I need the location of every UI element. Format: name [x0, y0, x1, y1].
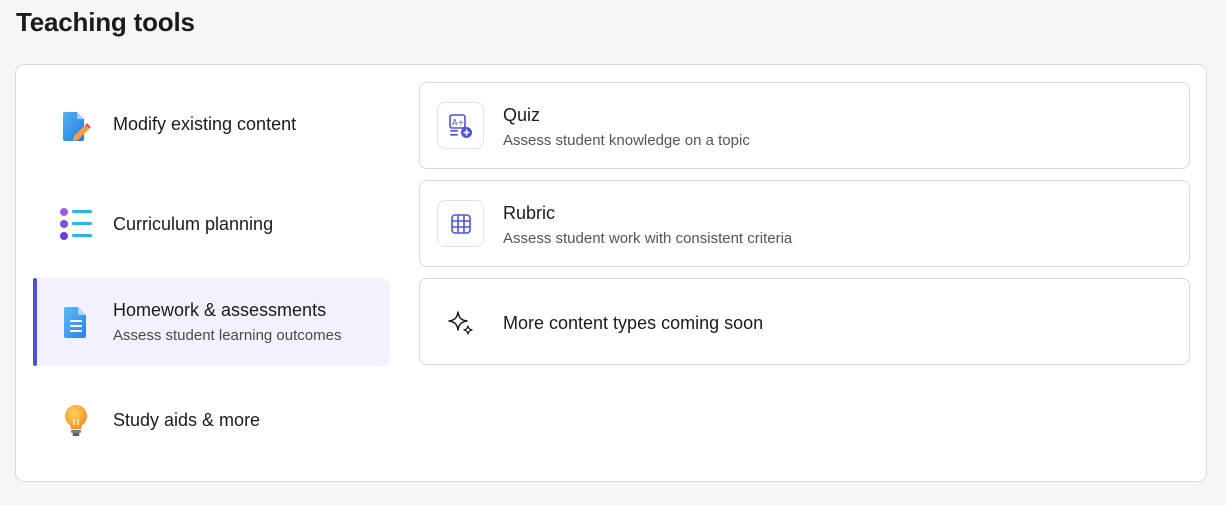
- tool-title: More content types coming soon: [503, 313, 764, 333]
- category-title: Study aids & more: [113, 410, 261, 430]
- tool-title: Quiz: [503, 105, 541, 125]
- category-subtitle: Assess student learning outcomes: [113, 327, 342, 344]
- category-modify-existing-content[interactable]: Modify existing content: [33, 82, 390, 170]
- lightbulb-icon: [59, 403, 93, 437]
- tool-title: Rubric: [503, 203, 556, 223]
- grid-table-icon: [437, 200, 484, 247]
- tool-card-more-content-types: More content types coming soon: [419, 278, 1190, 365]
- category-curriculum-planning[interactable]: Curriculum planning: [33, 180, 390, 268]
- sparkle-icon: [437, 299, 484, 346]
- tool-subtitle: Assess student knowledge on a topic: [503, 132, 750, 149]
- category-study-aids[interactable]: Study aids & more: [33, 376, 390, 464]
- tool-card-rubric[interactable]: Rubric Assess student work with consiste…: [419, 180, 1190, 267]
- category-title: Homework & assessments: [113, 300, 327, 320]
- teaching-tools-panel: Modify existing content Curriculum plann…: [15, 64, 1207, 482]
- tool-subtitle: Assess student work with consistent crit…: [503, 230, 793, 247]
- document-pencil-icon: [59, 109, 93, 143]
- tool-card-quiz[interactable]: A+ Quiz Assess student knowledge on a to…: [419, 82, 1190, 169]
- category-title: Curriculum planning: [113, 214, 274, 234]
- active-indicator: [33, 278, 37, 366]
- quiz-icon: A+: [437, 102, 484, 149]
- category-homework-assessments[interactable]: Homework & assessments Assess student le…: [33, 278, 390, 366]
- document-lines-icon: [59, 305, 93, 339]
- page-title: Teaching tools: [16, 7, 195, 37]
- category-title: Modify existing content: [113, 114, 297, 134]
- svg-text:A+: A+: [452, 118, 464, 127]
- list-bullets-icon: [59, 207, 93, 241]
